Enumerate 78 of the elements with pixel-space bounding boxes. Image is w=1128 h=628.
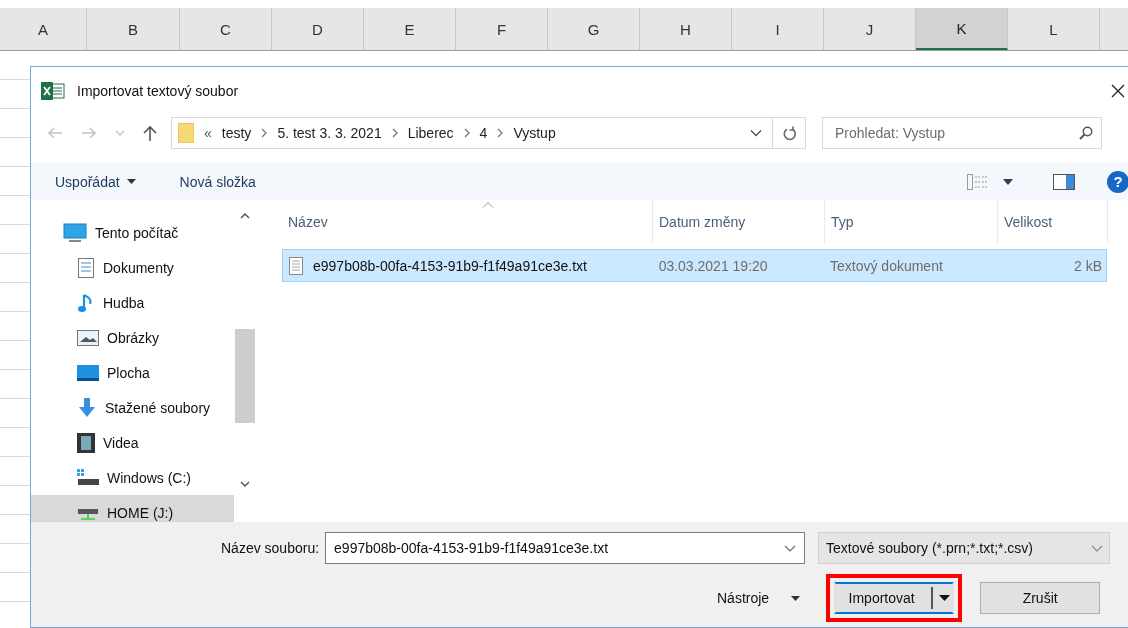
search-icon — [1079, 126, 1093, 140]
chevron-right-icon[interactable] — [261, 128, 268, 138]
file-name: e997b08b-00fa-4153-91b9-f1f49a91ce3e.txt — [313, 257, 587, 274]
search-box[interactable]: Prohledat: Vystup — [822, 117, 1102, 149]
column-header[interactable]: C — [180, 8, 272, 50]
nav-item[interactable]: Tento počítač — [31, 215, 234, 250]
caret-down-icon — [791, 595, 801, 601]
drive-icon — [77, 468, 99, 487]
help-icon[interactable]: ? — [1107, 170, 1128, 193]
close-icon[interactable] — [1111, 84, 1125, 98]
column-header[interactable]: K — [916, 8, 1008, 50]
breadcrumb-item[interactable]: 5. test 3. 3. 2021 — [277, 125, 382, 141]
caret-down-icon[interactable] — [938, 595, 950, 601]
column-header[interactable]: Datum změny — [653, 200, 825, 244]
tools-menu-button[interactable]: Nástroje — [717, 590, 801, 606]
document-icon — [77, 257, 95, 278]
chevron-right-icon[interactable] — [463, 128, 470, 138]
text-file-icon — [289, 256, 303, 275]
address-bar[interactable]: « testy 5. test 3. 3. 2021 Liberec 4 Vystup — [171, 117, 806, 149]
caret-down-icon — [126, 179, 136, 184]
nav-item[interactable]: Videa — [31, 425, 234, 460]
view-options-icon[interactable] — [967, 173, 989, 190]
sort-caret-icon — [482, 202, 494, 208]
import-button[interactable]: Importovat — [834, 582, 955, 614]
column-header[interactable]: L — [1008, 8, 1100, 50]
scrollbar-thumb[interactable] — [235, 329, 255, 423]
picture-icon — [77, 329, 99, 346]
cancel-button[interactable]: Zrušit — [980, 582, 1101, 614]
caret-down-icon[interactable] — [1003, 178, 1013, 185]
preview-pane-icon[interactable] — [1053, 173, 1075, 190]
scroll-up-icon[interactable] — [240, 212, 250, 219]
chevron-right-icon[interactable] — [391, 128, 398, 138]
column-header[interactable]: D — [272, 8, 364, 50]
nav-item[interactable]: Dokumenty — [31, 250, 234, 285]
column-header[interactable]: F — [456, 8, 548, 50]
download-arrow-icon — [77, 397, 97, 418]
column-header[interactable]: B — [87, 8, 180, 50]
scroll-down-icon[interactable] — [240, 481, 250, 488]
breadcrumb-item[interactable]: Vystup — [513, 125, 556, 141]
nav-item[interactable]: Obrázky — [31, 320, 234, 355]
chevron-down-icon — [1091, 544, 1104, 552]
column-header[interactable]: A — [0, 8, 87, 50]
nav-item[interactable]: Hudba — [31, 285, 234, 320]
folder-icon — [178, 123, 194, 143]
overflow-mark[interactable]: « — [204, 125, 212, 141]
column-header[interactable]: Typ — [825, 200, 998, 244]
chevron-down-icon[interactable] — [784, 544, 797, 552]
nav-item[interactable]: Stažené soubory — [31, 390, 234, 425]
file-date: 03.03.2021 19:20 — [657, 256, 769, 276]
column-header[interactable]: I — [732, 8, 824, 50]
organize-menu-button[interactable]: Uspořádat — [55, 173, 136, 190]
spreadsheet-app-icon — [41, 82, 65, 100]
new-folder-button[interactable]: Nová složka — [179, 173, 256, 190]
column-header[interactable]: G — [548, 8, 640, 50]
chevron-down-icon[interactable] — [750, 129, 762, 137]
nav-item[interactable]: Windows (C:) — [31, 460, 234, 495]
column-header[interactable]: Velikost — [998, 200, 1108, 244]
column-header[interactable]: H — [640, 8, 732, 50]
monitor-icon — [63, 222, 87, 243]
file-type-dropdown[interactable]: Textové soubory (*.prn;*.txt;*.csv) — [818, 532, 1111, 564]
file-type: Textový dokument — [829, 256, 944, 276]
desktop-icon — [77, 364, 99, 381]
file-name-combobox[interactable]: e997b08b-00fa-4153-91b9-f1f49a91ce3e.txt — [325, 532, 806, 564]
column-header[interactable]: E — [364, 8, 456, 50]
file-name-label: Název souboru: — [221, 540, 320, 556]
nav-item[interactable]: Plocha — [31, 355, 234, 390]
up-arrow-icon[interactable] — [143, 125, 157, 141]
film-strip-icon — [77, 432, 95, 453]
refresh-icon[interactable] — [783, 125, 797, 141]
chevron-right-icon[interactable] — [497, 128, 504, 138]
breadcrumb-item[interactable]: testy — [221, 125, 252, 141]
file-row[interactable]: e997b08b-00fa-4153-91b9-f1f49a91ce3e.txt 03.03.2021 19:20 Textový dokument 2 kB — [282, 249, 1107, 282]
breadcrumb-item[interactable]: 4 — [479, 125, 488, 141]
window-title: Importovat textový soubor — [77, 83, 239, 99]
file-size: 2 kB — [1073, 256, 1103, 276]
file-name-input[interactable]: e997b08b-00fa-4153-91b9-f1f49a91ce3e.txt — [332, 539, 785, 557]
column-header[interactable]: Název — [282, 200, 653, 244]
breadcrumb-item[interactable]: Liberec — [407, 125, 454, 141]
